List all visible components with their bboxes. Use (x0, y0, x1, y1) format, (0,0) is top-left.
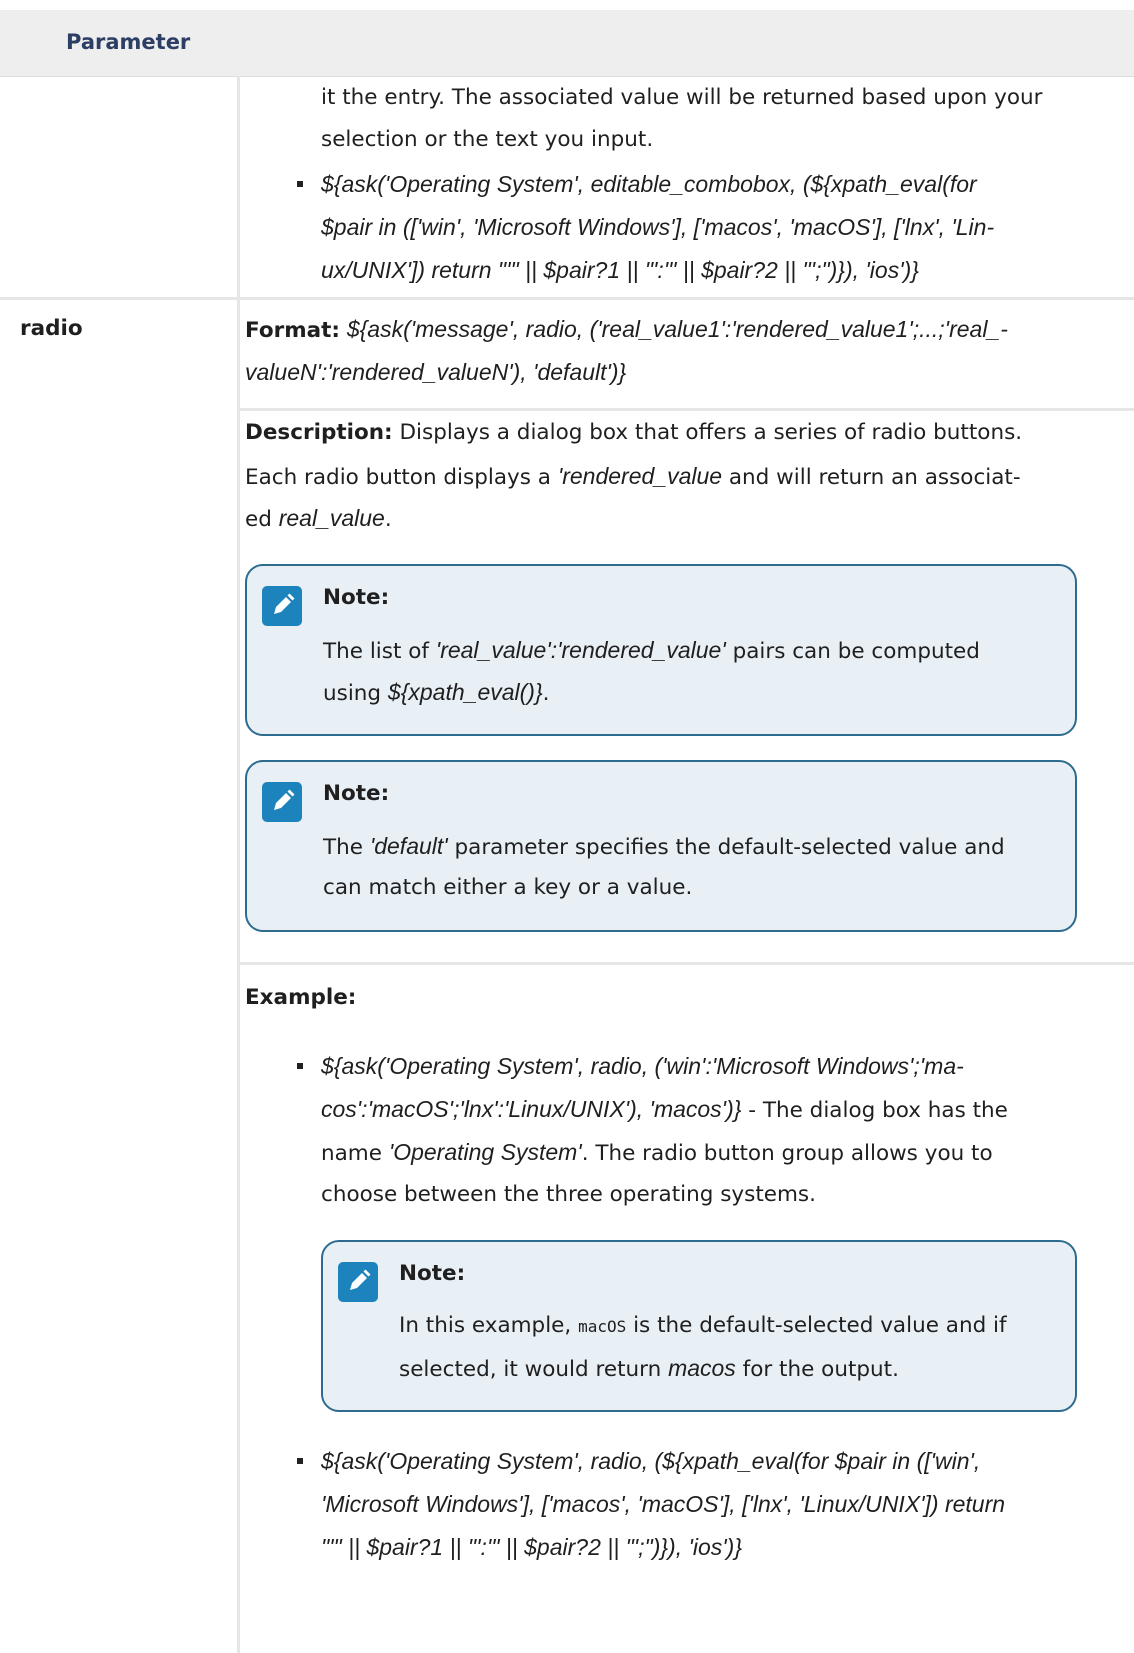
example1-line3: name 'Operating System'. The radio butto… (321, 1132, 993, 1174)
description-text: Displays a dialog box that offers a seri… (399, 420, 1023, 445)
note-pencil-icon (338, 1262, 378, 1302)
note-code: macOS (578, 1317, 627, 1336)
desc-text: and will return an associat- (722, 465, 1021, 490)
note-pencil-icon (262, 586, 302, 626)
note-text: for the output. (735, 1357, 899, 1382)
desc-text: . (384, 507, 392, 532)
note-line1: In this example, macOS is the default-se… (399, 1306, 1007, 1347)
format-line1: Format: ${ask('message', radio, ('real_v… (245, 309, 1008, 351)
note-box: Note: The list of 'real_value':'rendered… (245, 564, 1077, 736)
description-divider (240, 962, 1134, 965)
row-divider (0, 297, 1134, 300)
example1-line1: ${ask('Operating System', radio, ('win':… (321, 1053, 964, 1079)
example2-line3: "'" || $pair?1 || "':'" || $pair?2 || "'… (321, 1534, 743, 1560)
example-text: . The radio button group allows you to (581, 1141, 993, 1166)
param-name-radio: radio (20, 316, 83, 341)
row1-text-line1: it the entry. The associated value will … (321, 85, 1043, 110)
note-text: using (323, 681, 388, 706)
note-line2: selected, it would return macos for the … (399, 1348, 899, 1390)
format-divider (240, 408, 1134, 411)
note-line1: The 'default' parameter specifies the de… (323, 826, 1005, 868)
note-text: The list of (323, 639, 436, 664)
note-text: selected, it would return (399, 1357, 669, 1382)
note-line2: can match either a key or a value. (323, 875, 693, 900)
note-text: is the default-selected value and if (626, 1313, 1007, 1338)
note-title: Note: (399, 1261, 466, 1286)
format-value-1: ${ask('message', radio, ('real_value1':'… (346, 316, 1008, 342)
example-italic: 'Operating System' (388, 1139, 582, 1165)
row1-text-line2: selection or the text you input. (321, 127, 654, 152)
note-line2: using ${xpath_eval()}. (323, 672, 550, 714)
example2-line2: 'Microsoft Windows'], ['macos', 'macOS']… (321, 1491, 1006, 1517)
description-label: Description: (245, 420, 393, 445)
note-italic: 'real_value':'rendered_value' (435, 637, 726, 663)
note-pencil-icon (262, 782, 302, 822)
note-text: The (323, 835, 370, 860)
example-text: name (321, 1141, 389, 1166)
note-box: Note: In this example, macOS is the defa… (321, 1240, 1077, 1412)
example2-line1: ${ask('Operating System', radio, (${xpat… (321, 1448, 981, 1474)
bullet (297, 1458, 303, 1464)
example-italic: cos':'macOS';'lnx':'Linux/UNIX'), 'macos… (321, 1096, 742, 1122)
example-text: - The dialog box has the (741, 1098, 1008, 1123)
note-title: Note: (323, 585, 390, 610)
desc-text: Each radio button displays a (245, 465, 558, 490)
column-divider (237, 76, 240, 1653)
note-text: In this example, (399, 1313, 579, 1338)
note-text: parameter specifies the default-selected… (447, 835, 1005, 860)
desc-italic: real_value (278, 505, 385, 531)
description-line2: Each radio button displays a 'rendered_v… (245, 456, 1021, 498)
desc-italic: 'rendered_value (557, 463, 723, 489)
row1-bullet-line2: $pair in (['win', 'Microsoft Windows'], … (321, 214, 995, 240)
note-italic: macos (668, 1355, 736, 1381)
header-parameter: Parameter (66, 30, 191, 54)
format-label: Format: (245, 318, 340, 343)
note-box: Note: The 'default' parameter specifies … (245, 760, 1077, 932)
description-line3: ed real_value. (245, 498, 392, 540)
table-header: Parameter (0, 10, 1134, 77)
format-line2: valueN':'rendered_valueN'), 'default')} (245, 359, 627, 385)
row1-bullet-line1: ${ask('Operating System', editable_combo… (321, 171, 977, 197)
row1-bullet-line3: ux/UNIX']) return "'" || $pair?1 || "':'… (321, 257, 919, 283)
description-line1: Description: Displays a dialog box that … (245, 413, 1022, 453)
note-italic: 'default' (369, 833, 448, 859)
note-text: . (542, 681, 550, 706)
example-label: Example: (245, 985, 357, 1010)
example1-line4: choose between the three operating syste… (321, 1182, 816, 1207)
bullet (297, 181, 303, 187)
example1-line2: cos':'macOS';'lnx':'Linux/UNIX'), 'macos… (321, 1089, 1008, 1131)
note-title: Note: (323, 781, 390, 806)
note-line1: The list of 'real_value':'rendered_value… (323, 630, 980, 672)
note-italic: ${xpath_eval()} (387, 679, 543, 705)
bullet (297, 1063, 303, 1069)
note-text: pairs can be computed (725, 639, 980, 664)
desc-text: ed (245, 507, 279, 532)
